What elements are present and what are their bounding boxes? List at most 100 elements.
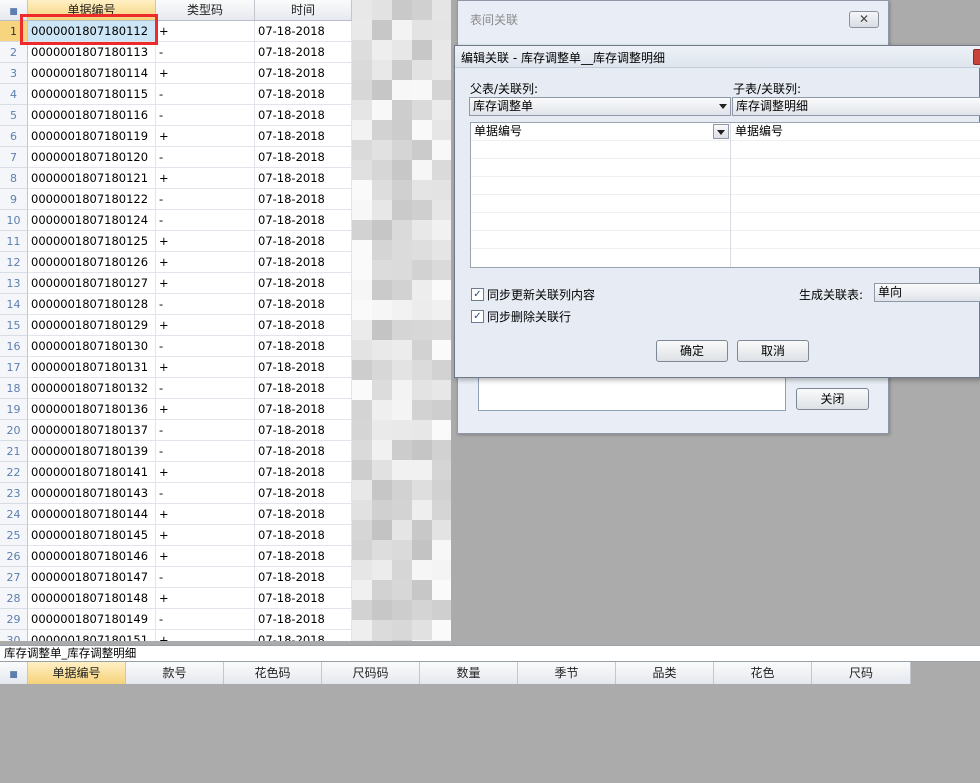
row-number[interactable]: 18 bbox=[0, 378, 28, 399]
time-cell[interactable]: 07-18-2018 bbox=[255, 252, 352, 273]
mapping-row-empty[interactable] bbox=[471, 141, 980, 159]
type-code-cell[interactable]: - bbox=[156, 441, 255, 462]
type-code-cell[interactable]: + bbox=[156, 168, 255, 189]
close-icon[interactable]: ✕ bbox=[849, 11, 879, 28]
type-code-cell[interactable]: - bbox=[156, 147, 255, 168]
bill-no-cell[interactable]: 0000001807180143 bbox=[28, 483, 156, 504]
row-number[interactable]: 6 bbox=[0, 126, 28, 147]
child-column-cell[interactable] bbox=[732, 177, 980, 195]
time-cell[interactable]: 07-18-2018 bbox=[255, 441, 352, 462]
cancel-button[interactable]: 取消 bbox=[737, 340, 809, 362]
time-cell[interactable]: 07-18-2018 bbox=[255, 630, 352, 641]
type-code-cell[interactable]: + bbox=[156, 126, 255, 147]
type-code-cell[interactable]: - bbox=[156, 567, 255, 588]
type-code-cell[interactable]: + bbox=[156, 525, 255, 546]
time-cell[interactable]: 07-18-2018 bbox=[255, 378, 352, 399]
row-number[interactable]: 23 bbox=[0, 483, 28, 504]
relation-text-area[interactable] bbox=[478, 375, 786, 411]
bill-no-cell[interactable]: 0000001807180129 bbox=[28, 315, 156, 336]
child-column-cell[interactable]: 单据编号 bbox=[732, 123, 980, 141]
bill-no-cell[interactable]: 0000001807180137 bbox=[28, 420, 156, 441]
parent-column-cell[interactable] bbox=[471, 159, 731, 177]
type-code-cell[interactable]: + bbox=[156, 588, 255, 609]
type-code-cell[interactable]: - bbox=[156, 105, 255, 126]
child-column-cell[interactable] bbox=[732, 213, 980, 231]
detail-grid-header[interactable]: ■ 单据编号 款号 花色码 尺码码 数量 季节 品类 花色 尺码 bbox=[0, 662, 911, 684]
mapping-row-empty[interactable] bbox=[471, 213, 980, 231]
row-number[interactable]: 13 bbox=[0, 273, 28, 294]
generate-relation-select[interactable]: 单向 bbox=[874, 283, 980, 302]
type-code-cell[interactable]: - bbox=[156, 84, 255, 105]
mapping-row-empty[interactable] bbox=[471, 195, 980, 213]
time-cell[interactable]: 07-18-2018 bbox=[255, 294, 352, 315]
type-code-cell[interactable]: + bbox=[156, 399, 255, 420]
type-code-cell[interactable]: + bbox=[156, 357, 255, 378]
row-number[interactable]: 29 bbox=[0, 609, 28, 630]
column-dropdown-button[interactable] bbox=[713, 124, 729, 139]
bill-no-cell[interactable]: 0000001807180113 bbox=[28, 42, 156, 63]
type-code-cell[interactable]: + bbox=[156, 462, 255, 483]
time-cell[interactable]: 07-18-2018 bbox=[255, 21, 352, 42]
type-code-cell[interactable]: - bbox=[156, 336, 255, 357]
type-code-cell[interactable]: + bbox=[156, 504, 255, 525]
bill-no-cell[interactable]: 0000001807180145 bbox=[28, 525, 156, 546]
bill-no-cell[interactable]: 0000001807180146 bbox=[28, 546, 156, 567]
time-cell[interactable]: 07-18-2018 bbox=[255, 42, 352, 63]
ok-button[interactable]: 确定 bbox=[656, 340, 728, 362]
row-number[interactable]: 4 bbox=[0, 84, 28, 105]
time-cell[interactable]: 07-18-2018 bbox=[255, 567, 352, 588]
child-column-cell[interactable] bbox=[732, 231, 980, 249]
time-cell[interactable]: 07-18-2018 bbox=[255, 336, 352, 357]
type-code-cell[interactable]: - bbox=[156, 42, 255, 63]
bill-no-cell[interactable]: 0000001807180136 bbox=[28, 399, 156, 420]
time-cell[interactable]: 07-18-2018 bbox=[255, 231, 352, 252]
time-cell[interactable]: 07-18-2018 bbox=[255, 483, 352, 504]
child-column-cell[interactable] bbox=[732, 195, 980, 213]
column-header-bill-no[interactable]: 单据编号 bbox=[28, 662, 126, 684]
row-number[interactable]: 12 bbox=[0, 252, 28, 273]
mapping-row-empty[interactable] bbox=[471, 159, 980, 177]
type-code-cell[interactable]: + bbox=[156, 252, 255, 273]
row-number[interactable]: 2 bbox=[0, 42, 28, 63]
type-code-cell[interactable]: - bbox=[156, 294, 255, 315]
bill-no-cell[interactable]: 0000001807180132 bbox=[28, 378, 156, 399]
row-number[interactable]: 7 bbox=[0, 147, 28, 168]
parent-column-cell[interactable] bbox=[471, 141, 731, 159]
time-cell[interactable]: 07-18-2018 bbox=[255, 315, 352, 336]
bill-no-cell[interactable]: 0000001807180124 bbox=[28, 210, 156, 231]
row-number[interactable]: 22 bbox=[0, 462, 28, 483]
bill-no-cell[interactable]: 0000001807180151 bbox=[28, 630, 156, 641]
row-number[interactable]: 25 bbox=[0, 525, 28, 546]
bill-no-cell[interactable]: 0000001807180126 bbox=[28, 252, 156, 273]
time-cell[interactable]: 07-18-2018 bbox=[255, 546, 352, 567]
child-column-cell[interactable] bbox=[732, 141, 980, 159]
bill-no-cell[interactable]: 0000001807180148 bbox=[28, 588, 156, 609]
bill-no-cell[interactable]: 0000001807180121 bbox=[28, 168, 156, 189]
bill-no-cell[interactable]: 0000001807180130 bbox=[28, 336, 156, 357]
type-code-cell[interactable]: + bbox=[156, 273, 255, 294]
time-cell[interactable]: 07-18-2018 bbox=[255, 168, 352, 189]
row-number[interactable]: 10 bbox=[0, 210, 28, 231]
time-cell[interactable]: 07-18-2018 bbox=[255, 609, 352, 630]
parent-column-cell[interactable] bbox=[471, 195, 731, 213]
type-code-cell[interactable]: - bbox=[156, 189, 255, 210]
bill-no-cell[interactable]: 0000001807180119 bbox=[28, 126, 156, 147]
column-header-type-code[interactable]: 类型码 bbox=[156, 0, 255, 21]
type-code-cell[interactable]: - bbox=[156, 483, 255, 504]
row-number[interactable]: 28 bbox=[0, 588, 28, 609]
type-code-cell[interactable]: + bbox=[156, 63, 255, 84]
bill-no-cell[interactable]: 0000001807180144 bbox=[28, 504, 156, 525]
bill-no-cell[interactable]: 0000001807180149 bbox=[28, 609, 156, 630]
column-header-size[interactable]: 尺码 bbox=[812, 662, 911, 684]
bill-no-cell[interactable]: 0000001807180147 bbox=[28, 567, 156, 588]
column-header-category[interactable]: 品类 bbox=[616, 662, 714, 684]
bill-no-cell[interactable]: 0000001807180120 bbox=[28, 147, 156, 168]
close-icon[interactable] bbox=[973, 49, 980, 65]
type-code-cell[interactable]: + bbox=[156, 231, 255, 252]
bill-no-cell[interactable]: 0000001807180128 bbox=[28, 294, 156, 315]
column-header-size-code[interactable]: 尺码码 bbox=[322, 662, 420, 684]
row-header-corner[interactable]: ■ bbox=[0, 662, 28, 684]
column-header-season[interactable]: 季节 bbox=[518, 662, 616, 684]
dialog-title-bar[interactable]: 编辑关联 - 库存调整单__库存调整明细 bbox=[455, 46, 980, 68]
mapping-row[interactable]: 单据编号 单据编号 bbox=[471, 123, 980, 141]
